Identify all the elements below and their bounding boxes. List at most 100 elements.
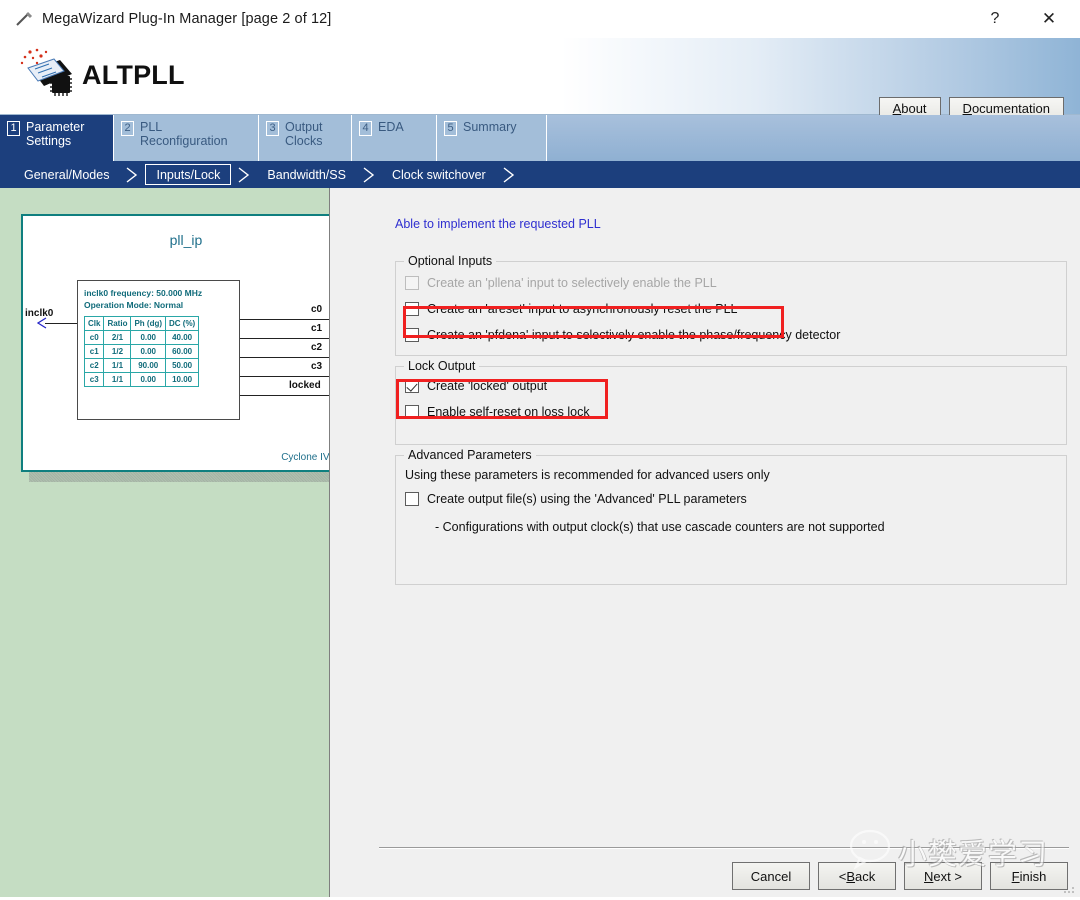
checkbox-row-pllena: Create an 'pllena' input to selectively … — [405, 276, 717, 290]
finish-button[interactable]: Finish — [990, 862, 1068, 890]
wizard-tab-strip: 1 Parameter Settings 2 PLL Reconfigurati… — [0, 115, 1080, 161]
cell-ratio: 1/1 — [103, 358, 132, 373]
tab-parameter-settings[interactable]: 1 Parameter Settings — [0, 115, 114, 161]
tab-number: 3 — [266, 121, 279, 136]
product-title: ALTPLL — [82, 59, 185, 90]
checkbox-self-reset[interactable] — [405, 405, 419, 419]
checkbox-row-self-reset[interactable]: Enable self-reset on loss lock — [405, 405, 590, 419]
cell-dc: 60.00 — [164, 344, 200, 359]
port-label-c3: c3 — [311, 361, 323, 372]
cell-ratio: 1/1 — [103, 372, 132, 387]
chevron-right-icon — [231, 161, 257, 188]
checkbox-label-pfdena: Create an 'pfdena' input to selectively … — [427, 328, 841, 342]
tab-summary[interactable]: 5 Summary — [437, 115, 547, 161]
tab-label: Summary — [463, 120, 517, 134]
window-title: MegaWizard Plug-In Manager [page 2 of 12… — [42, 11, 332, 27]
resize-grip-icon[interactable] — [1064, 882, 1076, 894]
arrow-in-icon — [36, 316, 49, 335]
col-clk: Clk — [83, 316, 105, 331]
wand-icon — [14, 9, 34, 29]
table-row: c3 1/1 0.00 10.00 — [83, 372, 200, 387]
cell-clk: c0 — [83, 330, 105, 345]
tab-pll-reconfiguration[interactable]: 2 PLL Reconfiguration — [114, 115, 259, 161]
advanced-description: Using these parameters is recommended fo… — [405, 468, 770, 482]
checkbox-row-locked[interactable]: Create 'locked' output — [405, 379, 547, 393]
clock-parameter-table: Clk Ratio Ph (dg) DC (%) c0 2/1 0.00 40.… — [83, 316, 200, 387]
port-label-c2: c2 — [311, 342, 323, 353]
operation-mode-line: Operation Mode: Normal — [84, 300, 184, 310]
cell-dc: 10.00 — [164, 372, 200, 387]
breadcrumb-item-bandwidth-ss[interactable]: Bandwidth/SS — [257, 164, 356, 185]
cell-ratio: 1/2 — [103, 344, 132, 359]
inclk-frequency-line: inclk0 frequency: 50.000 MHz — [84, 288, 203, 298]
cell-dc: 40.00 — [164, 330, 200, 345]
arrow-out-icon — [329, 350, 330, 369]
breadcrumb-item-general-modes[interactable]: General/Modes — [14, 164, 119, 185]
back-button[interactable]: < Back — [818, 862, 896, 890]
checkbox-label-pllena: Create an 'pllena' input to selectively … — [427, 276, 717, 290]
table-header-row: Clk Ratio Ph (dg) DC (%) — [83, 316, 200, 331]
help-button[interactable]: ? — [972, 1, 1018, 38]
lock-output-group: Lock Output Create 'locked' output Enabl… — [395, 359, 1067, 445]
cell-ratio: 2/1 — [103, 330, 132, 345]
cell-dc: 50.00 — [164, 358, 200, 373]
pll-detail-box: inclk0 frequency: 50.000 MHz Operation M… — [77, 280, 240, 420]
cell-clk: c1 — [83, 344, 105, 359]
tab-label: Output Clocks — [285, 120, 323, 148]
product-header: ALTPLL About Documentation — [0, 38, 1080, 123]
tab-number: 5 — [444, 121, 457, 136]
wire-locked — [240, 395, 329, 396]
chevron-right-icon — [356, 161, 382, 188]
wire-c2 — [240, 357, 329, 358]
checkbox-areset[interactable] — [405, 302, 419, 316]
breadcrumb-item-clock-switchover[interactable]: Clock switchover — [382, 164, 496, 185]
megawizard-window: MegaWizard Plug-In Manager [page 2 of 12… — [0, 0, 1080, 897]
checkbox-row-pfdena[interactable]: Create an 'pfdena' input to selectively … — [405, 328, 840, 342]
chevron-right-icon — [496, 161, 522, 188]
arrow-out-icon — [329, 312, 330, 331]
cell-phase: 90.00 — [130, 358, 166, 373]
checkbox-row-areset[interactable]: Create an 'areset' input to asynchronous… — [405, 302, 738, 316]
cell-clk: c3 — [83, 372, 105, 387]
checkbox-advanced-output-files[interactable] — [405, 492, 419, 506]
checkbox-locked[interactable] — [405, 379, 419, 393]
tab-number: 1 — [7, 121, 20, 136]
next-button[interactable]: Next > — [904, 862, 982, 890]
checkbox-row-advanced-output-files[interactable]: Create output file(s) using the 'Advance… — [405, 492, 747, 506]
device-family-label: Cyclone IV E — [281, 452, 330, 463]
col-ratio: Ratio — [103, 316, 132, 331]
checkbox-label-areset: Create an 'areset' input to asynchronous… — [427, 302, 738, 316]
cancel-button[interactable]: Cancel — [732, 862, 810, 890]
tab-label: EDA — [378, 120, 404, 134]
block-title: pll_ip — [169, 232, 203, 248]
cell-phase: 0.00 — [130, 330, 166, 345]
cell-phase: 0.00 — [130, 372, 166, 387]
checkbox-label-locked: Create 'locked' output — [427, 379, 548, 393]
footer-button-group: Cancel < Back Next > Finish — [732, 862, 1068, 890]
product-logo-group: ALTPLL — [16, 46, 185, 104]
tab-eda[interactable]: 4 EDA — [352, 115, 437, 161]
altpll-chip-icon — [16, 46, 78, 104]
checkbox-pfdena[interactable] — [405, 328, 419, 342]
col-dc: DC (%) — [164, 316, 200, 331]
chevron-right-icon — [119, 161, 145, 188]
footer-divider — [379, 847, 1069, 849]
breadcrumb-item-inputs-lock[interactable]: Inputs/Lock — [145, 164, 232, 185]
arrow-out-icon — [329, 369, 330, 388]
checkbox-pllena — [405, 276, 419, 290]
close-button[interactable]: ✕ — [1018, 1, 1080, 38]
table-row: c0 2/1 0.00 40.00 — [83, 330, 200, 345]
optional-inputs-group: Optional Inputs Create an 'pllena' input… — [395, 254, 1067, 356]
table-row: c2 1/1 90.00 50.00 — [83, 358, 200, 373]
port-label-c1: c1 — [311, 323, 323, 334]
tab-number: 2 — [121, 121, 134, 136]
col-phase: Ph (dg) — [130, 316, 166, 331]
title-bar: MegaWizard Plug-In Manager [page 2 of 12… — [0, 0, 1080, 39]
wire-c3 — [240, 376, 329, 377]
checkbox-label-advanced-output-files: Create output file(s) using the 'Advance… — [427, 492, 747, 506]
advanced-parameters-title: Advanced Parameters — [404, 448, 536, 462]
tab-output-clocks[interactable]: 3 Output Clocks — [259, 115, 352, 161]
arrow-out-icon — [329, 388, 330, 407]
tab-number: 4 — [359, 121, 372, 136]
cell-phase: 0.00 — [130, 344, 166, 359]
